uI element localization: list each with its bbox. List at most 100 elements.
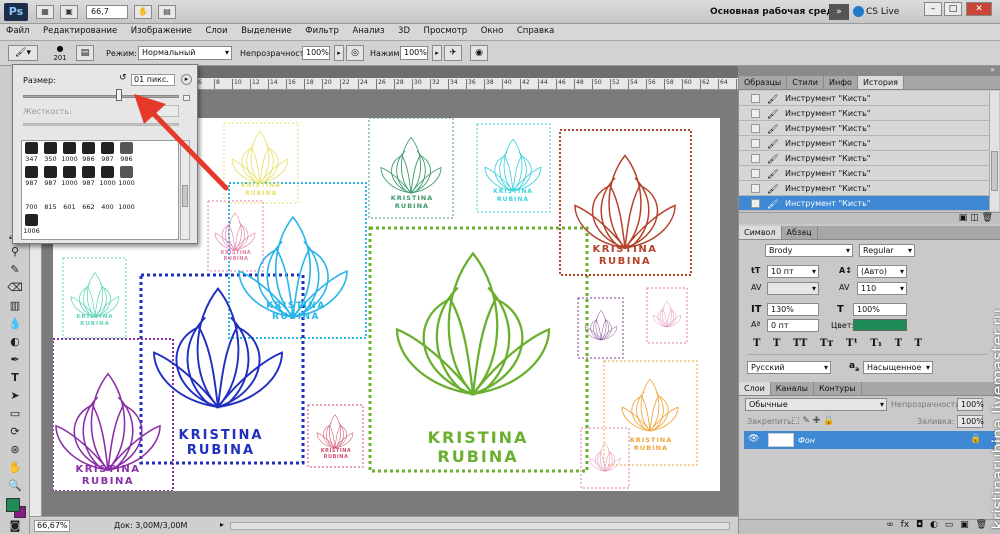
brush-preset[interactable]: 700 — [22, 189, 41, 211]
new-document-from-state-icon[interactable]: ▣ — [959, 213, 968, 223]
history-source-box[interactable] — [751, 139, 760, 148]
brush-size-picker[interactable]: ● 201 — [50, 44, 70, 64]
history-source-box[interactable] — [751, 109, 760, 118]
pressure-dropdown-icon[interactable]: ▸ — [432, 45, 442, 61]
new-group-icon[interactable]: ▭ — [945, 520, 954, 530]
brush-preset[interactable]: 662 — [79, 189, 98, 211]
layer-name[interactable]: Фон — [798, 436, 815, 445]
font-size-field[interactable]: 10 пт — [767, 265, 819, 278]
history-brush-tool-icon[interactable]: ✎ — [7, 262, 23, 277]
hand-view-icon[interactable]: ✋ — [134, 5, 152, 19]
brush-preset[interactable]: 987 — [22, 165, 41, 187]
text-color-swatch[interactable] — [853, 319, 907, 331]
quick-mask-icon[interactable]: ◙ — [7, 518, 23, 533]
blend-mode-select[interactable]: Обычные — [745, 398, 887, 411]
workspace-switcher-button[interactable]: » — [829, 4, 849, 20]
brush-preset[interactable]: 350 — [41, 141, 60, 163]
language-select[interactable]: Русский — [747, 361, 831, 374]
history-source-box[interactable] — [751, 169, 760, 178]
leading-field[interactable]: (Авто) — [857, 265, 907, 278]
maximize-button[interactable]: □ — [944, 2, 962, 16]
delete-layer-icon[interactable]: 🗑 — [976, 520, 987, 530]
menu-file[interactable]: Файл — [0, 24, 34, 36]
bridge-icon[interactable]: ▦ — [36, 5, 54, 19]
reset-size-icon[interactable]: ↺ — [119, 73, 127, 83]
eye-icon[interactable]: 👁 — [748, 434, 759, 444]
baseline-shift-field[interactable]: 0 пт — [767, 319, 819, 332]
path-selection-tool-icon[interactable]: ➤ — [7, 388, 23, 403]
text-style-buttons[interactable]: T T TT Tт T¹ T₁ T T — [753, 338, 993, 349]
brush-preset[interactable]: 400 — [98, 189, 117, 211]
history-source-box[interactable] — [751, 94, 760, 103]
pen-tool-icon[interactable]: ✒ — [7, 352, 23, 367]
vertical-scale-field[interactable]: 130% — [767, 303, 819, 316]
status-zoom-field[interactable]: 66,67% — [34, 520, 70, 532]
pressure-size-icon[interactable]: ◉ — [470, 45, 488, 61]
foreground-color-swatch[interactable] — [6, 498, 20, 512]
brush-preset[interactable]: 987 — [98, 141, 117, 163]
brush-preset[interactable]: 987 — [41, 165, 60, 187]
adjustment-layer-icon[interactable]: ◐ — [930, 520, 938, 530]
gradient-tool-icon[interactable]: ▥ — [7, 298, 23, 313]
history-source-box[interactable] — [751, 184, 760, 193]
cs-live-icon[interactable] — [853, 6, 864, 17]
cs-live-label[interactable]: CS Live — [866, 7, 899, 17]
horizontal-scrollbar[interactable] — [230, 522, 730, 530]
fill-field[interactable]: 100% — [957, 415, 984, 428]
brush-preset[interactable]: 1000 — [60, 165, 79, 187]
brush-preset[interactable]: 986 — [79, 141, 98, 163]
history-state[interactable]: 🖌 Инструмент "Кисть" — [739, 151, 989, 166]
history-state[interactable]: 🖌 Инструмент "Кисть" — [739, 106, 989, 121]
history-state[interactable]: 🖌 Инструмент "Кисть" — [739, 181, 989, 196]
layer-style-icon[interactable]: fx — [901, 520, 910, 530]
3d-orbit-tool-icon[interactable]: ⊛ — [7, 442, 23, 457]
history-state[interactable]: 🖌 Инструмент "Кисть" — [739, 121, 989, 136]
anti-alias-select[interactable]: Насыщенное — [863, 361, 933, 374]
new-layer-icon[interactable]: ▣ — [960, 520, 969, 530]
brush-preset[interactable]: 1000 — [98, 165, 117, 187]
menu-help[interactable]: Справка — [511, 24, 559, 36]
lock-icons[interactable]: ⬚ ✎ ✚ 🔒 — [791, 416, 834, 426]
status-menu-icon[interactable]: ▸ — [220, 520, 224, 529]
clone-stamp-tool-icon[interactable]: ⚲ — [7, 244, 23, 259]
mode-select[interactable]: Нормальный — [138, 46, 232, 60]
picker-menu-icon[interactable]: ▸ — [181, 74, 192, 85]
shape-tool-icon[interactable]: ▭ — [7, 406, 23, 421]
zoom-level-field[interactable]: 66,7 — [86, 5, 128, 19]
tab-paragraph[interactable]: Абзац — [782, 226, 818, 239]
menu-window[interactable]: Окно — [475, 24, 509, 36]
minimize-button[interactable]: – — [924, 2, 942, 16]
menu-select[interactable]: Выделение — [235, 24, 297, 36]
menu-3d[interactable]: 3D — [392, 24, 415, 36]
kerning-field[interactable] — [767, 282, 819, 295]
history-state[interactable]: 🖌 Инструмент "Кисть" — [739, 196, 989, 211]
font-style-select[interactable]: Regular — [859, 244, 915, 257]
airbrush-icon[interactable]: ✈ — [444, 45, 462, 61]
menu-layers[interactable]: Слои — [199, 24, 232, 36]
layer-opacity-field[interactable]: 100% — [957, 398, 984, 411]
brush-preset[interactable]: 1006 — [22, 213, 41, 235]
brush-panel-toggle-icon[interactable]: ▤ — [76, 45, 94, 61]
blur-tool-icon[interactable]: 💧 — [7, 316, 23, 331]
tab-paths[interactable]: Контуры — [814, 382, 862, 395]
opacity-dropdown-icon[interactable]: ▸ — [334, 45, 344, 61]
menu-analysis[interactable]: Анализ — [346, 24, 389, 36]
menu-filter[interactable]: Фильтр — [299, 24, 344, 36]
type-tool-icon[interactable]: T — [7, 370, 23, 385]
layer-row-background[interactable]: 👁 Фон 🔒 — [744, 431, 996, 449]
arrange-documents-icon[interactable]: ▤ — [158, 5, 176, 19]
history-state[interactable]: 🖌 Инструмент "Кисть" — [739, 166, 989, 181]
tab-history[interactable]: История — [857, 76, 904, 89]
eraser-tool-icon[interactable]: ⌫ — [7, 280, 23, 295]
link-layers-icon[interactable]: ∞ — [886, 520, 894, 530]
history-state[interactable]: 🖌 Инструмент "Кисть" — [739, 91, 989, 106]
menu-image[interactable]: Изображение — [125, 24, 197, 36]
close-button[interactable]: ✕ — [966, 2, 992, 16]
add-mask-icon[interactable]: ◘ — [916, 520, 923, 530]
dodge-tool-icon[interactable]: ◐ — [7, 334, 23, 349]
brush-preset[interactable]: 815 — [41, 189, 60, 211]
brush-tool-preset-icon[interactable]: 🖌▾ — [8, 45, 38, 61]
pressure-opacity-icon[interactable]: ◎ — [346, 45, 364, 61]
dock-collapse-icon[interactable]: » — [990, 65, 995, 74]
brush-preset[interactable]: 347 — [22, 141, 41, 163]
